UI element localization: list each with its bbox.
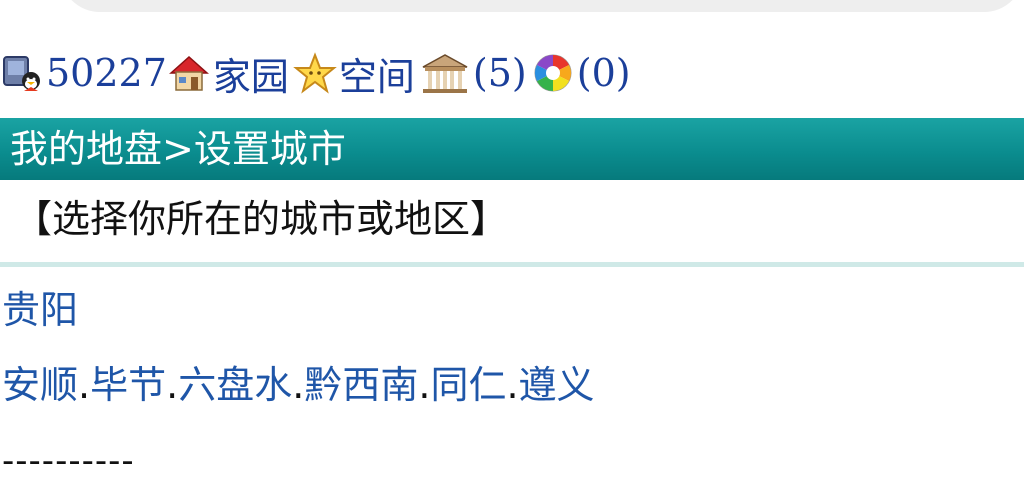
city-separator: .: [166, 363, 179, 407]
building-icon: [419, 51, 471, 95]
city-link[interactable]: 毕节: [90, 363, 166, 407]
city-link[interactable]: 黔西南: [304, 363, 418, 407]
province-link[interactable]: 贵阳: [2, 288, 78, 332]
address-bar[interactable]: [60, 0, 1024, 12]
city-separator: .: [292, 363, 305, 407]
house-icon: [167, 51, 211, 95]
user-id-link[interactable]: 50227: [46, 51, 167, 95]
page: 50227 家园 空间 (5) (0) 我的地盘>设置城市 【选择你所在的城市或…: [0, 0, 1024, 487]
aperture-icon: [531, 51, 575, 95]
city-link[interactable]: 安顺: [2, 363, 78, 407]
page-title: 我的地盘>设置城市: [0, 118, 1024, 180]
city-separator: .: [78, 363, 91, 407]
home-link[interactable]: 家园: [213, 46, 289, 101]
city-link[interactable]: 遵义: [519, 363, 595, 407]
status-line: 50227 家园 空间 (5) (0): [0, 40, 631, 106]
province-row: 贵阳: [2, 280, 78, 340]
city-separator: .: [506, 363, 519, 407]
photos-count-link[interactable]: (0): [577, 51, 631, 95]
space-link[interactable]: 空间: [339, 46, 415, 101]
select-city-prompt: 【选择你所在的城市或地区】: [14, 197, 509, 241]
qq-user-icon: [0, 51, 44, 95]
city-list: 安顺.毕节.六盘水.黔西南.同仁.遵义: [2, 355, 595, 415]
star-icon: [293, 51, 337, 95]
section-separator: ----------: [2, 441, 135, 481]
city-link[interactable]: 同仁: [430, 363, 506, 407]
divider: [0, 262, 1024, 267]
messages-count-link[interactable]: (5): [473, 51, 527, 95]
city-link[interactable]: 六盘水: [178, 363, 292, 407]
city-separator: .: [418, 363, 431, 407]
